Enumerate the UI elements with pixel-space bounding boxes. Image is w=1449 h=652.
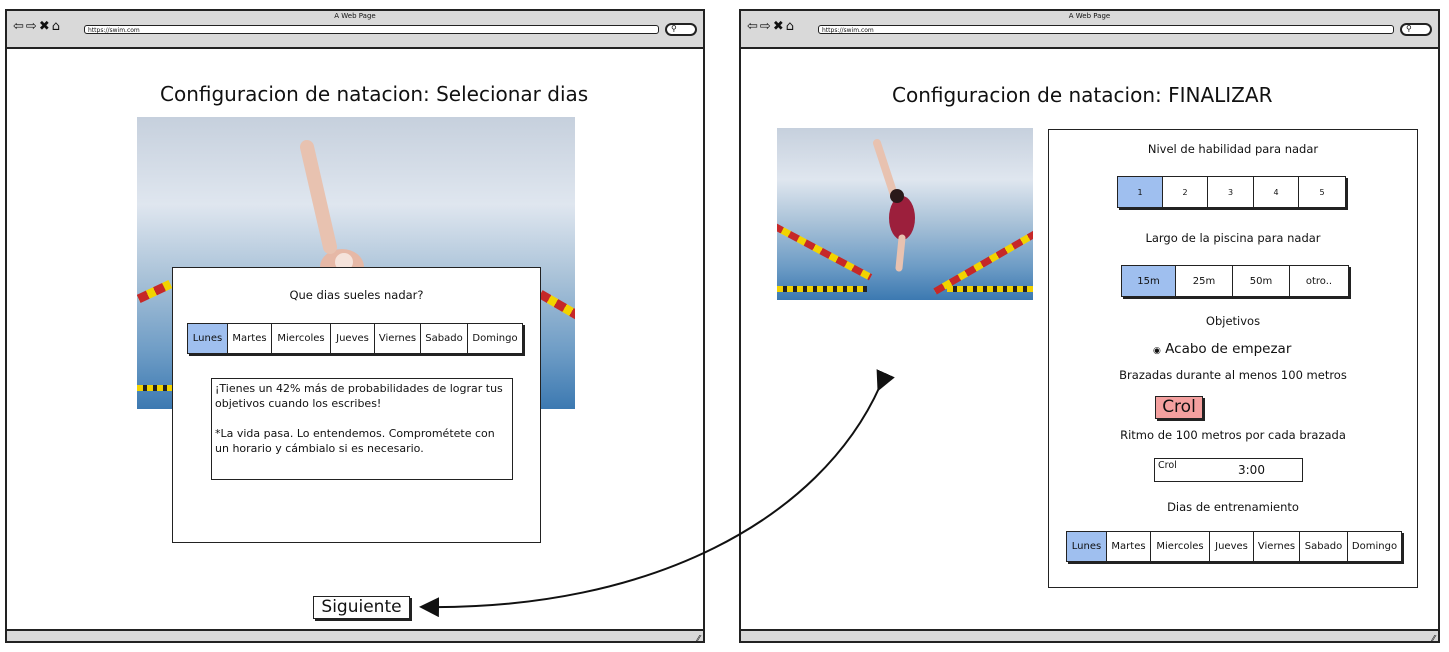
flow-connector-arrow — [419, 369, 895, 618]
